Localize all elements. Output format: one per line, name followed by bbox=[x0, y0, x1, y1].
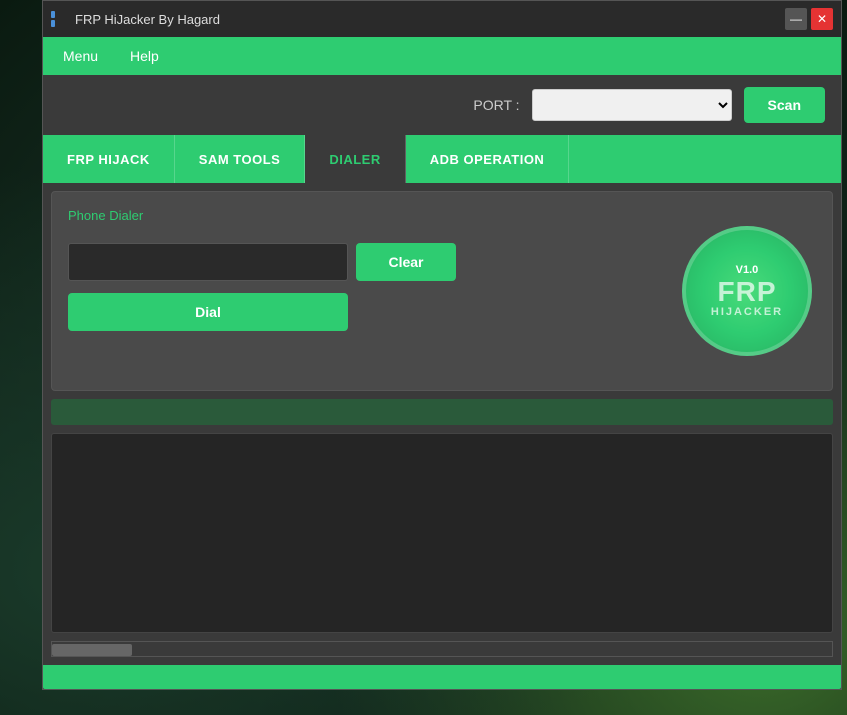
close-button[interactable]: ✕ bbox=[811, 8, 833, 30]
frp-logo-sub: HIJACKER bbox=[711, 306, 783, 318]
dialer-input-row: Clear bbox=[68, 243, 548, 281]
frp-logo: V1.0 FRP HIJACKER bbox=[682, 226, 812, 356]
help-menu-item[interactable]: Help bbox=[122, 44, 167, 68]
port-row: PORT : Scan bbox=[43, 75, 841, 135]
dial-button[interactable]: Dial bbox=[68, 293, 348, 331]
panel-title: Phone Dialer bbox=[68, 208, 816, 223]
tab-bar: FRP HIJACK SAM TOOLS DIALER ADB OPERATIO… bbox=[43, 135, 841, 183]
frp-logo-text: FRP bbox=[718, 278, 777, 306]
scroll-thumb[interactable] bbox=[52, 644, 132, 656]
title-controls: — ✕ bbox=[785, 8, 833, 30]
dialer-panel: Phone Dialer Clear Dial V1.0 FRP HIJACKE… bbox=[51, 191, 833, 391]
port-select[interactable] bbox=[532, 89, 732, 121]
main-window: FRP HiJacker By Hagard — ✕ Menu Help POR… bbox=[42, 0, 842, 690]
bottom-strip bbox=[43, 665, 841, 689]
window-title: FRP HiJacker By Hagard bbox=[75, 12, 220, 27]
dial-button-row: Dial bbox=[68, 293, 548, 331]
log-content bbox=[52, 434, 832, 632]
frp-logo-version: V1.0 bbox=[736, 264, 759, 276]
title-bar: FRP HiJacker By Hagard — ✕ bbox=[43, 1, 841, 37]
tab-dialer[interactable]: DIALER bbox=[305, 135, 405, 183]
content-area: Phone Dialer Clear Dial V1.0 FRP HIJACKE… bbox=[43, 183, 841, 665]
minimize-button[interactable]: — bbox=[785, 8, 807, 30]
status-bar bbox=[51, 399, 833, 425]
scan-button[interactable]: Scan bbox=[744, 87, 825, 123]
menu-menu-item[interactable]: Menu bbox=[55, 44, 106, 68]
tab-frp-hijack[interactable]: FRP HIJACK bbox=[43, 135, 175, 183]
horizontal-scrollbar[interactable] bbox=[51, 641, 833, 657]
clear-button[interactable]: Clear bbox=[356, 243, 456, 281]
dialer-controls: Clear Dial bbox=[68, 243, 548, 331]
log-area bbox=[51, 433, 833, 633]
title-bar-left: FRP HiJacker By Hagard bbox=[51, 11, 220, 27]
dialer-input[interactable] bbox=[68, 243, 348, 281]
app-icon bbox=[51, 11, 67, 27]
tab-adb-operation[interactable]: ADB OPERATION bbox=[406, 135, 570, 183]
tab-sam-tools[interactable]: SAM TOOLS bbox=[175, 135, 306, 183]
menu-bar: Menu Help bbox=[43, 37, 841, 75]
port-label: PORT : bbox=[473, 97, 519, 113]
